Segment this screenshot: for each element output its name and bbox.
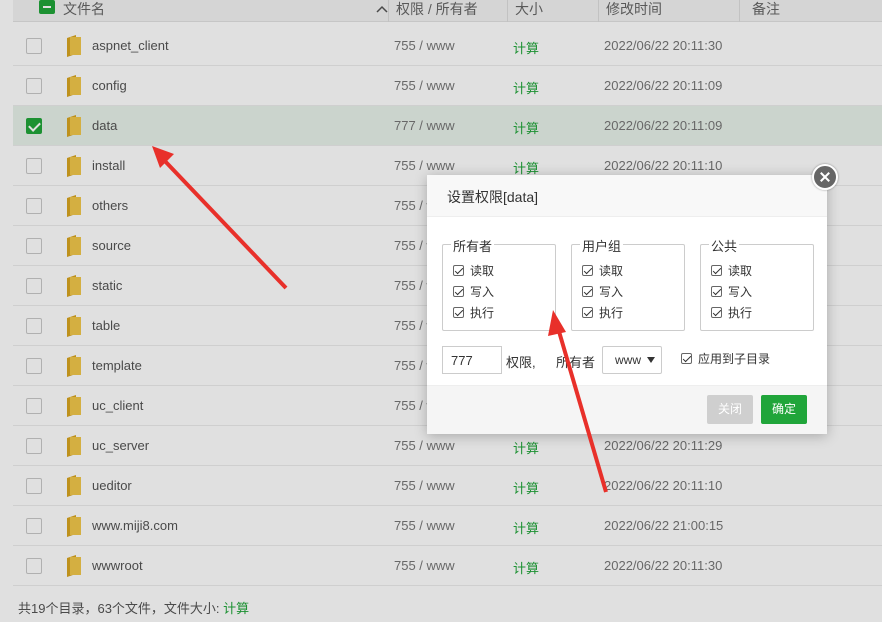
group-legend: 所有者 [451, 236, 495, 255]
apply-to-subdirs-checkbox[interactable]: 应用到子目录 [681, 350, 770, 367]
checkbox-checked-icon[interactable] [582, 286, 593, 297]
permission-label: 权限, [506, 355, 536, 370]
checkbox-checked-icon[interactable] [711, 286, 722, 297]
checkbox-checked-icon[interactable] [711, 265, 722, 276]
close-button[interactable]: 关闭 [707, 395, 754, 424]
checkbox-checked-icon[interactable] [453, 286, 464, 297]
public-permission-group: 公共 读取 写入 执行 [700, 236, 814, 331]
owner-select[interactable]: www [602, 346, 662, 374]
checkbox-checked-icon[interactable] [711, 307, 722, 318]
caret-down-icon [647, 357, 655, 363]
owner-write-checkbox[interactable]: 写入 [453, 283, 494, 300]
checkbox-checked-icon[interactable] [582, 307, 593, 318]
group-permission-group: 用户组 读取 写入 执行 [571, 236, 685, 331]
group-read-checkbox[interactable]: 读取 [582, 262, 623, 279]
confirm-button[interactable]: 确定 [761, 395, 808, 424]
dialog-footer: 关闭 确定 [427, 385, 827, 434]
public-exec-checkbox[interactable]: 执行 [711, 304, 752, 321]
public-read-checkbox[interactable]: 读取 [711, 262, 752, 279]
checkbox-checked-icon[interactable] [582, 265, 593, 276]
owner-read-checkbox[interactable]: 读取 [453, 262, 494, 279]
public-write-checkbox[interactable]: 写入 [711, 283, 752, 300]
owner-select-value: www [615, 353, 641, 367]
permission-value-input[interactable] [442, 346, 502, 374]
checkbox-checked-icon[interactable] [453, 265, 464, 276]
group-legend: 公共 [709, 236, 740, 255]
group-exec-checkbox[interactable]: 执行 [582, 304, 623, 321]
owner-label: 所有者 [556, 355, 596, 370]
group-legend: 用户组 [580, 236, 624, 255]
permission-dialog: 设置权限[data] 所有者 读取 写入 执行 用户组 读取 写入 执行 公共 … [427, 175, 827, 434]
close-icon[interactable] [812, 164, 838, 190]
owner-permission-group: 所有者 读取 写入 执行 [442, 236, 556, 331]
group-write-checkbox[interactable]: 写入 [582, 283, 623, 300]
checkbox-checked-icon[interactable] [681, 353, 692, 364]
owner-exec-checkbox[interactable]: 执行 [453, 304, 494, 321]
checkbox-checked-icon[interactable] [453, 307, 464, 318]
dialog-title: 设置权限[data] [427, 175, 827, 217]
